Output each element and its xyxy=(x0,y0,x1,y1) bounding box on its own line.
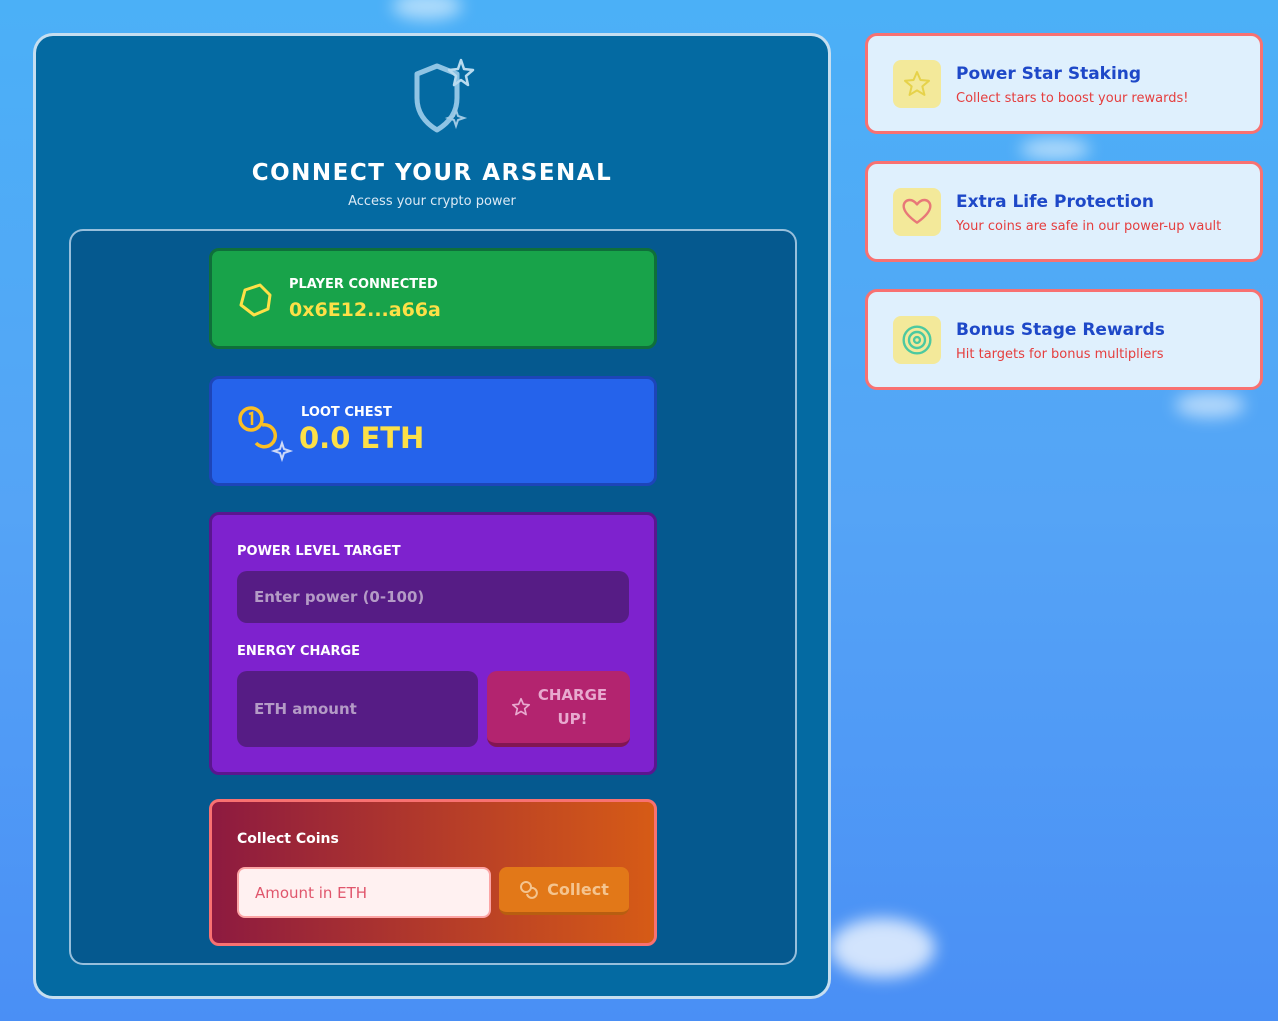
star-icon xyxy=(904,71,930,96)
charge-up-button[interactable]: CHARGE UP! xyxy=(487,671,630,747)
feature-icon-box xyxy=(893,316,941,364)
wallet-status-panel: PLAYER CONNECTED 0x6E12...a66a xyxy=(209,248,657,349)
connect-card: CONNECT YOUR ARSENAL Access your crypto … xyxy=(33,33,831,999)
wallet-address: 0x6E12...a66a xyxy=(289,299,441,321)
stake-form-panel: POWER LEVEL TARGET Enter power (0-100) E… xyxy=(209,512,657,775)
arsenal-panel: PLAYER CONNECTED 0x6E12...a66a LOOT CHES… xyxy=(69,229,797,965)
page-subtitle: Access your crypto power xyxy=(348,194,516,209)
collect-amount-input[interactable]: Amount in ETH xyxy=(237,867,491,918)
feature-desc: Collect stars to boost your rewards! xyxy=(956,91,1189,106)
coins-sparkle-icon xyxy=(238,406,294,463)
page-title: CONNECT YOUR ARSENAL xyxy=(251,160,613,186)
power-input[interactable]: Enter power (0-100) xyxy=(237,571,629,623)
collect-button[interactable]: Collect xyxy=(499,867,629,915)
feature-icon-box xyxy=(893,60,941,108)
wallet-label: PLAYER CONNECTED xyxy=(289,277,438,292)
balance-label: LOOT CHEST xyxy=(301,405,392,420)
feature-card-staking: Power Star Staking Collect stars to boos… xyxy=(865,33,1263,134)
target-icon xyxy=(902,325,932,355)
collect-label: Collect Coins xyxy=(237,831,339,847)
shield-star-logo-icon xyxy=(414,58,475,133)
feature-title: Extra Life Protection xyxy=(956,192,1154,212)
feature-desc: Hit targets for bonus multipliers xyxy=(956,347,1164,362)
eth-amount-input[interactable]: ETH amount xyxy=(237,671,478,747)
cloud xyxy=(392,0,462,20)
charge-up-label: CHARGE UP! xyxy=(537,686,608,728)
feature-title: Power Star Staking xyxy=(956,64,1142,84)
cloud xyxy=(1020,138,1090,160)
power-label: POWER LEVEL TARGET xyxy=(237,544,401,559)
coins-icon xyxy=(520,880,539,899)
cloud xyxy=(830,918,935,978)
coin-icon xyxy=(239,283,272,317)
feature-card-bonus: Bonus Stage Rewards Hit targets for bonu… xyxy=(865,289,1263,390)
balance-value: 0.0 ETH xyxy=(299,421,425,455)
balance-panel: LOOT CHEST 0.0 ETH xyxy=(209,376,657,486)
energy-label: ENERGY CHARGE xyxy=(237,644,361,659)
feature-desc: Your coins are safe in our power-up vaul… xyxy=(956,219,1222,234)
feature-card-protection: Extra Life Protection Your coins are saf… xyxy=(865,161,1263,262)
cloud xyxy=(1175,392,1245,418)
collect-button-label: Collect xyxy=(547,880,609,899)
feature-title: Bonus Stage Rewards xyxy=(956,320,1165,340)
heart-icon xyxy=(902,198,932,224)
collect-form-panel: Collect Coins Amount in ETH Collect xyxy=(209,799,657,946)
star-icon xyxy=(511,697,530,716)
feature-icon-box xyxy=(893,188,941,236)
